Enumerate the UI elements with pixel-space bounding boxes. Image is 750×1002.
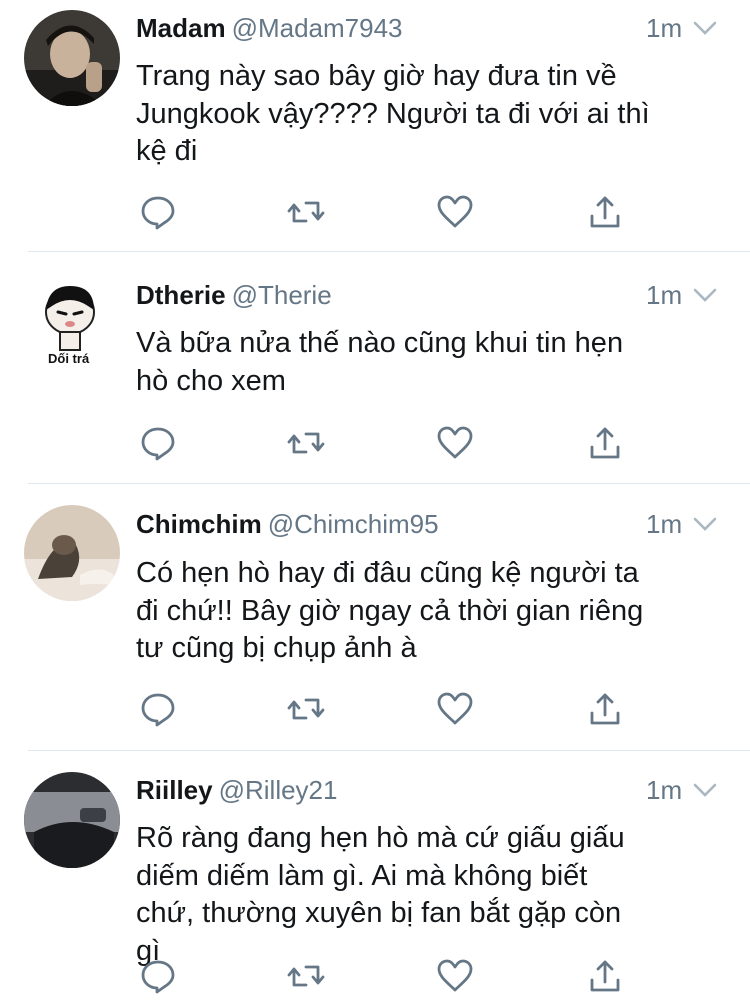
heart-icon[interactable] bbox=[435, 956, 475, 996]
divider bbox=[28, 251, 750, 252]
share-icon[interactable] bbox=[585, 956, 625, 996]
chevron-down-icon[interactable] bbox=[692, 511, 718, 537]
tweet-actions bbox=[0, 956, 750, 996]
tweet-text: Trang này sao bây giờ hay đưa tin về Jun… bbox=[136, 60, 650, 167]
share-icon[interactable] bbox=[585, 689, 625, 729]
retweet-icon[interactable] bbox=[286, 192, 326, 232]
timestamp: 1m bbox=[646, 775, 683, 805]
display-name[interactable]: Chimchim @Chimchim95 bbox=[136, 509, 439, 539]
speech-bubble-icon[interactable] bbox=[138, 192, 178, 232]
tweet-actions bbox=[0, 423, 750, 463]
avatar-caption: Dối trá bbox=[48, 351, 90, 366]
retweet-icon[interactable] bbox=[286, 423, 326, 463]
tweet-actions bbox=[0, 192, 750, 232]
heart-icon[interactable] bbox=[435, 192, 475, 232]
tweet-text: Có hẹn hò hay đi đâu cũng kệ người ta đi… bbox=[136, 557, 644, 664]
timestamp: 1m bbox=[646, 280, 683, 310]
divider bbox=[28, 483, 750, 484]
heart-icon[interactable] bbox=[435, 689, 475, 729]
timestamp: 1m bbox=[646, 13, 683, 43]
tweet-text: Rõ ràng đang hẹn hò mà cứ giấu giấu diếm… bbox=[136, 822, 625, 967]
handle: @Chimchim95 bbox=[267, 509, 439, 539]
retweet-icon[interactable] bbox=[286, 689, 326, 729]
display-name[interactable]: Madam @Madam7943 bbox=[136, 13, 403, 43]
handle: @Rilley21 bbox=[218, 775, 338, 805]
tweet-actions bbox=[0, 689, 750, 729]
heart-icon[interactable] bbox=[435, 423, 475, 463]
share-icon[interactable] bbox=[585, 192, 625, 232]
handle: @Madam7943 bbox=[231, 13, 403, 43]
speech-bubble-icon[interactable] bbox=[138, 423, 178, 463]
tweet-text: Và bữa nửa thế nào cũng khui tin hẹn hò … bbox=[136, 327, 624, 397]
chevron-down-icon[interactable] bbox=[692, 777, 718, 803]
avatar[interactable] bbox=[24, 10, 120, 106]
avatar[interactable] bbox=[24, 505, 120, 601]
speech-bubble-icon[interactable] bbox=[138, 956, 178, 996]
timestamp: 1m bbox=[646, 509, 683, 539]
chevron-down-icon[interactable] bbox=[692, 282, 718, 308]
share-icon[interactable] bbox=[585, 423, 625, 463]
handle: @Therie bbox=[231, 280, 332, 310]
display-name[interactable]: Riilley @Rilley21 bbox=[136, 775, 337, 805]
retweet-icon[interactable] bbox=[286, 956, 326, 996]
speech-bubble-icon[interactable] bbox=[138, 689, 178, 729]
divider bbox=[28, 750, 750, 751]
display-name[interactable]: Dtherie @Therie bbox=[136, 280, 332, 310]
avatar[interactable] bbox=[24, 772, 120, 868]
chevron-down-icon[interactable] bbox=[692, 15, 718, 41]
